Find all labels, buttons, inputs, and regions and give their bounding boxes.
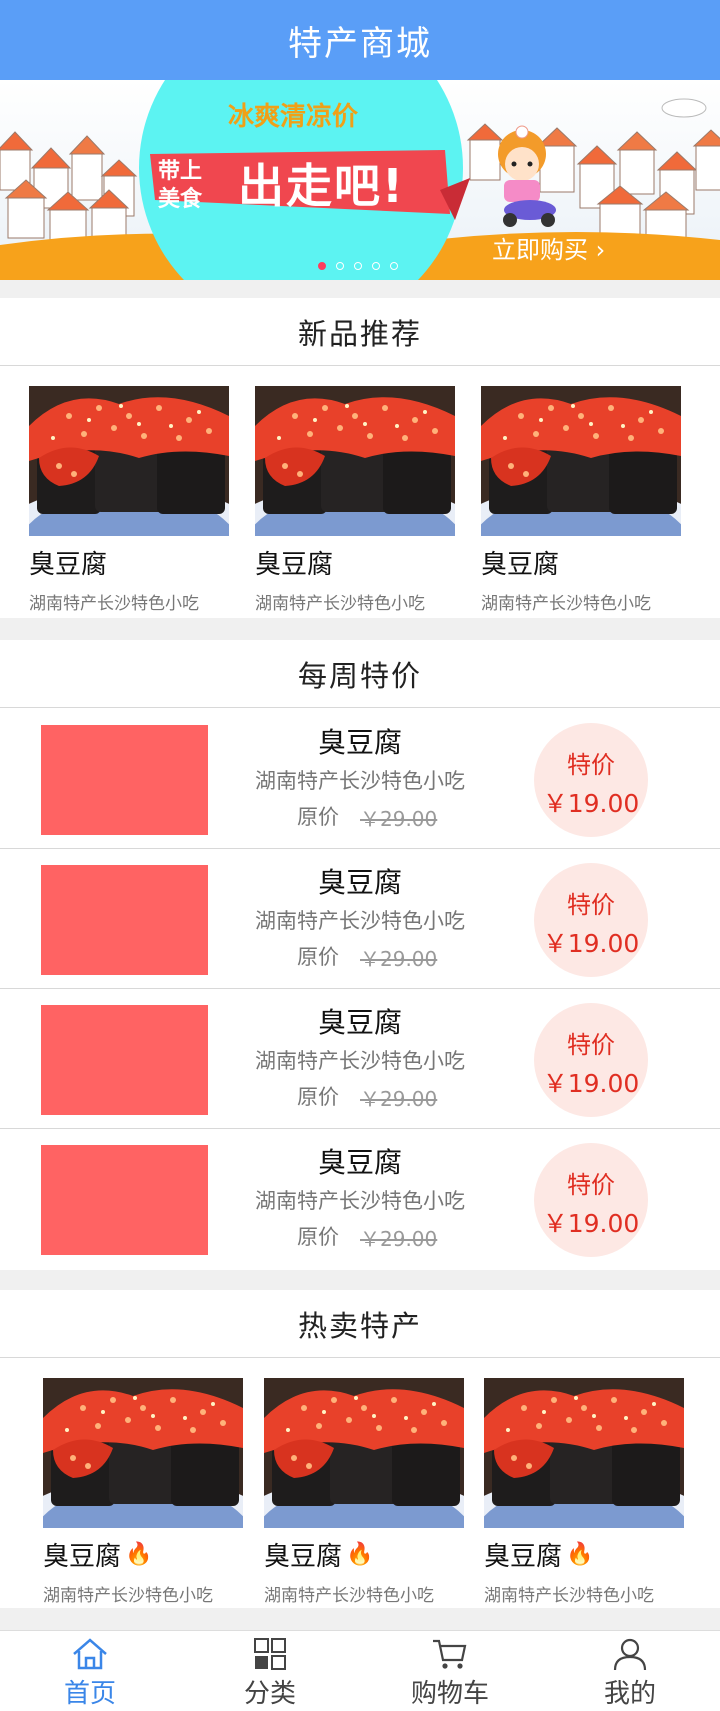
new-product-card[interactable]: 臭豆腐 湖南特产长沙特色小吃 [255,386,455,614]
special-price: ￥19.00 [542,1209,640,1238]
product-name: 臭豆腐 [255,550,334,580]
special-row[interactable]: 臭豆腐 湖南特产长沙特色小吃 原价 ￥29.00 特价 ￥19.00 [0,709,720,849]
special-price: ￥19.00 [542,1069,640,1098]
new-products-title: 新品推荐 [0,298,720,366]
original-price-label: 原价 [297,805,339,829]
bottom-tab-bar: 首页 分类 购物车 我的 [0,1630,720,1711]
hot-products-section: 热卖特产 臭豆腐 🔥 湖南特产长沙特色小吃 臭豆腐 🔥 湖南特产长沙特色小吃 臭… [0,1290,720,1608]
product-name-row: 臭豆腐 🔥 [484,1536,684,1573]
hot-product-card[interactable]: 臭豆腐 🔥 湖南特产长沙特色小吃 [43,1378,243,1606]
tab-label: 首页 [63,1679,116,1709]
new-product-card[interactable]: 臭豆腐 湖南特产长沙特色小吃 [29,386,229,614]
product-thumbnail[interactable] [41,865,208,975]
user-icon [613,1638,647,1671]
product-desc: 湖南特产长沙特色小吃 [255,769,465,793]
hot-product-card[interactable]: 臭豆腐 🔥 湖南特产长沙特色小吃 [484,1378,684,1606]
special-label: 特价 [567,751,615,779]
carousel-dot[interactable] [354,262,362,270]
tab-profile[interactable]: 我的 [540,1631,720,1711]
product-image[interactable] [484,1378,684,1528]
cart-icon [433,1639,467,1669]
special-price-badge[interactable]: 特价 ￥19.00 [534,723,648,837]
carousel-dot[interactable] [372,262,380,270]
banner-buy-button[interactable]: 立即购买 › [492,230,605,265]
product-name: 臭豆腐 [29,550,108,580]
special-price: ￥19.00 [542,929,640,958]
tab-category[interactable]: 分类 [180,1631,360,1711]
tab-label: 分类 [243,1679,296,1709]
special-price-badge[interactable]: 特价 ￥19.00 [534,863,648,977]
original-price-label: 原价 [297,1225,339,1249]
tab-home[interactable]: 首页 [0,1631,180,1711]
product-image[interactable] [481,386,681,536]
product-name: 臭豆腐 [317,1146,402,1179]
category-icon [254,1638,286,1670]
home-icon [73,1638,107,1670]
original-price-label: 原价 [297,1085,339,1109]
product-desc: 湖南特产长沙特色小吃 [29,594,199,614]
page-title: 特产商城 [288,23,432,64]
fire-icon: 🔥 [346,1542,374,1567]
product-name: 臭豆腐 [43,1542,122,1572]
original-price: ￥29.00 [360,947,438,971]
special-label: 特价 [567,1171,615,1199]
product-desc: 湖南特产长沙特色小吃 [43,1586,213,1606]
hot-products-title: 热卖特产 [0,1290,720,1358]
original-price: ￥29.00 [360,807,438,831]
app-root: 特产商城 冰爽清凉价 带上美食 出走吧! 立即购买 › 新品推荐 臭豆腐 湖南特… [0,0,720,1711]
product-desc: 湖南特产长沙特色小吃 [255,909,465,933]
special-price-badge[interactable]: 特价 ￥19.00 [534,1143,648,1257]
carousel-dot[interactable] [336,262,344,270]
weekly-specials-section: 每周特价 臭豆腐 湖南特产长沙特色小吃 原价 ￥29.00 特价 ￥19.00 … [0,640,720,1270]
special-row[interactable]: 臭豆腐 湖南特产长沙特色小吃 原价 ￥29.00 特价 ￥19.00 [0,1129,720,1269]
product-name-row: 臭豆腐 🔥 [264,1536,464,1573]
product-image[interactable] [43,1378,243,1528]
new-products-section: 新品推荐 臭豆腐 湖南特产长沙特色小吃 臭豆腐 湖南特产长沙特色小吃 臭豆腐 湖… [0,298,720,618]
promo-banner[interactable]: 冰爽清凉价 带上美食 出走吧! 立即购买 › [0,80,720,280]
tab-label: 我的 [603,1679,656,1709]
product-desc: 湖南特产长沙特色小吃 [264,1586,434,1606]
product-thumbnail[interactable] [41,1145,208,1255]
fire-icon: 🔥 [125,1542,153,1567]
banner-headline: 冰爽清凉价 [228,102,359,132]
product-image[interactable] [255,386,455,536]
product-desc: 湖南特产长沙特色小吃 [255,1189,465,1213]
special-label: 特价 [567,891,615,919]
product-name-row: 臭豆腐 🔥 [43,1536,243,1573]
original-price-label: 原价 [297,945,339,969]
new-product-card[interactable]: 臭豆腐 湖南特产长沙特色小吃 [481,386,681,614]
carousel-dots[interactable] [318,262,398,270]
tab-label: 购物车 [410,1679,489,1709]
tab-cart[interactable]: 购物车 [360,1631,540,1711]
product-image[interactable] [29,386,229,536]
product-desc: 湖南特产长沙特色小吃 [484,1586,654,1606]
product-thumbnail[interactable] [41,1005,208,1115]
carousel-dot[interactable] [390,262,398,270]
special-row[interactable]: 臭豆腐 湖南特产长沙特色小吃 原价 ￥29.00 特价 ￥19.00 [0,989,720,1129]
banner-slogan: 出走吧! [238,159,405,213]
special-price: ￥19.00 [542,789,640,818]
product-name: 臭豆腐 [317,866,402,899]
product-desc: 湖南特产长沙特色小吃 [255,1049,465,1073]
product-desc: 湖南特产长沙特色小吃 [255,594,425,614]
special-row[interactable]: 臭豆腐 湖南特产长沙特色小吃 原价 ￥29.00 特价 ￥19.00 [0,849,720,989]
original-price: ￥29.00 [360,1087,438,1111]
original-price: ￥29.00 [360,1227,438,1251]
product-image[interactable] [264,1378,464,1528]
app-header: 特产商城 [0,0,720,80]
product-desc: 湖南特产长沙特色小吃 [481,594,651,614]
carousel-dot[interactable] [318,262,326,270]
fire-icon: 🔥 [566,1542,594,1567]
product-name: 臭豆腐 [317,1006,402,1039]
product-name: 臭豆腐 [264,1542,343,1572]
weekly-specials-title: 每周特价 [0,640,720,708]
special-price-badge[interactable]: 特价 ￥19.00 [534,1003,648,1117]
product-thumbnail[interactable] [41,725,208,835]
hot-product-card[interactable]: 臭豆腐 🔥 湖南特产长沙特色小吃 [264,1378,464,1606]
product-name: 臭豆腐 [484,1542,563,1572]
banner-tag: 带上美食 [158,159,203,212]
special-label: 特价 [567,1031,615,1059]
product-name: 臭豆腐 [481,550,560,580]
product-name: 臭豆腐 [317,726,402,759]
